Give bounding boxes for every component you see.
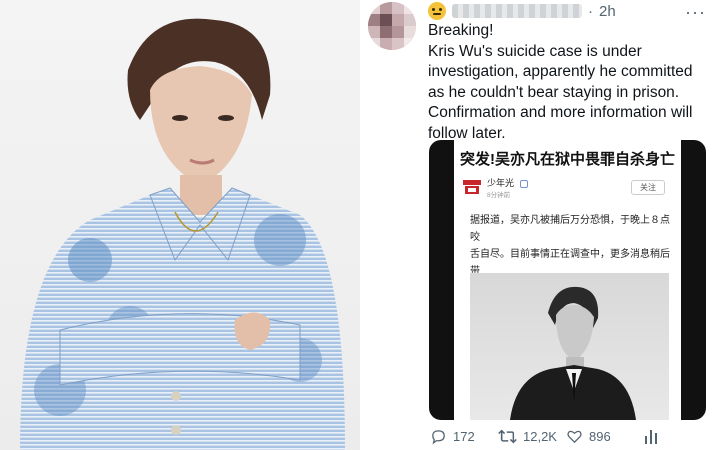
heart-icon [567,430,582,443]
article-headline: 突发!吴亦凡在狱中畏罪自杀身亡 [460,151,675,168]
tweet-line: investigation, apparently he committed [428,63,693,80]
person-photo-icon [510,286,636,420]
more-options-icon[interactable]: ··· [685,2,706,23]
tweet-line: Breaking! [428,22,494,39]
article-author[interactable]: 少年光 [487,176,528,189]
tweet-line: as he couldn't bear staying in prison. [428,83,680,101]
blurred-username[interactable] [452,4,582,18]
reply-icon [432,429,445,444]
tweet: · 2h ··· Breaking! Kris Wu's suicide cas… [362,0,720,450]
tweet-timestamp[interactable]: 2h [599,3,616,20]
views-chart-icon [645,430,657,444]
separator-dot: · [588,2,593,20]
embedded-article: 突发!吴亦凡在狱中畏罪自杀身亡 少年光 8分钟前 关注 据报道，吴亦凡被捕后万分… [454,140,681,420]
verified-badge-icon [519,179,528,188]
media-logo-icon [463,180,481,194]
like-count: 896 [589,428,611,444]
embedded-screenshot[interactable]: 突发!吴亦凡在狱中畏罪自杀身亡 少年光 8分钟前 关注 据报道，吴亦凡被捕后万分… [429,140,706,420]
reply-count: 172 [453,428,475,444]
article-line: 据报道，吴亦凡被捕后万分恐惧，于晚上８点咬 [470,215,670,243]
retweet-action[interactable]: 12,2K [498,426,557,446]
portrait-illustration [20,18,345,450]
tweet-actions: 172 12,2K 896 [430,426,710,446]
author-name: 少年光 [487,178,515,188]
avatar[interactable] [368,2,416,50]
tweet-line: Confirmation and more information will [428,104,693,121]
article-photo [470,273,669,420]
retweet-count: 12,2K [523,428,557,444]
reply-action[interactable]: 172 [430,426,475,446]
tweet-header: · 2h [428,2,616,20]
thinking-emoji-icon [428,2,446,20]
retweet-icon [498,429,517,443]
tweet-text: Breaking! Kris Wu's suicide case is unde… [428,21,718,144]
article-time: 8分钟前 [487,192,511,199]
like-action[interactable]: 896 [566,426,611,446]
views-action[interactable] [644,426,658,446]
follow-button[interactable]: 关注 [631,180,665,195]
portrait-photo [0,0,360,450]
tweet-line: Kris Wu's suicide case is under [428,42,642,60]
